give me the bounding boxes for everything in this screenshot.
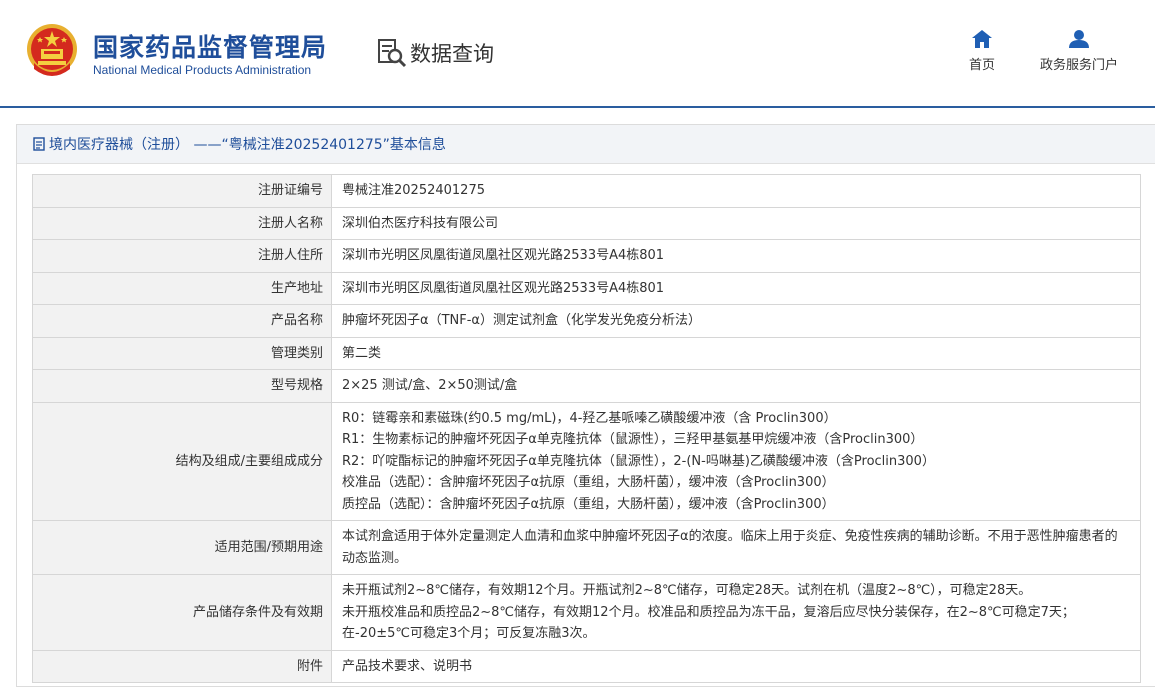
nav-home-label: 首页 <box>968 58 995 73</box>
site-header: 国家药品监督管理局 National Medical Products Admi… <box>0 0 1155 108</box>
field-value-line: R1：生物素标记的肿瘤坏死因子α单克隆抗体（鼠源性），三羟甲基氨基甲烷缓冲液（含… <box>342 432 924 447</box>
table-row: 注册人住所 深圳市光明区凤凰街道凤凰社区观光路2533号A4栋801 <box>32 239 1141 273</box>
field-value: 本试剂盒适用于体外定量测定人血清和血浆中肿瘤坏死因子α的浓度。临床上用于炎症、免… <box>331 520 1141 575</box>
field-value: 产品技术要求、说明书 <box>331 649 1141 683</box>
table-row: 产品名称 肿瘤坏死因子α（TNF-α）测定试剂盒（化学发光免疫分析法） <box>32 304 1141 338</box>
field-value: 2×25 测试/盒、2×50测试/盒 <box>331 369 1141 403</box>
field-value: 第二类 <box>331 336 1141 370</box>
field-value-line: 未开瓶校准品和质控品2~8℃储存，有效期12个月。校准品和质控品为冻干品，复溶后… <box>342 604 1075 642</box>
field-value-line: R2：吖啶酯标记的肿瘤坏死因子α单克隆抗体（鼠源性），2-(N-吗啉基)乙磺酸缓… <box>342 453 935 469</box>
national-emblem-icon <box>27 24 77 76</box>
nav-service-portal[interactable]: 政务服务门户 <box>1032 30 1126 73</box>
field-label: 产品名称 <box>32 304 332 338</box>
table-row: 附件 产品技术要求、说明书 <box>32 649 1141 683</box>
field-label: 生产地址 <box>32 271 332 305</box>
field-label: 适用范围/预期用途 <box>32 520 332 575</box>
home-icon <box>972 30 992 48</box>
section-label: 数据查询 <box>410 42 494 66</box>
field-value-line: 2×25 测试/盒、2×50测试/盒 <box>342 378 518 393</box>
nav-portal-label: 政务服务门户 <box>1039 58 1118 73</box>
field-value-line: 粤械注准20252401275 <box>342 183 485 198</box>
table-row: 结构及组成/主要组成成分 R0：链霉亲和素磁珠(约0.5 mg/mL)，4-羟乙基… <box>32 401 1141 521</box>
field-value: 深圳伯杰医疗科技有限公司 <box>331 206 1141 240</box>
field-value: 深圳市光明区凤凰街道凤凰社区观光路2533号A4栋801 <box>331 239 1141 273</box>
field-value: 未开瓶试剂2~8℃储存，有效期12个月。开瓶试剂2~8℃储存，可稳定28天。试剂… <box>331 574 1141 651</box>
data-query-section[interactable]: 数据查询 <box>376 37 494 69</box>
field-value-line: 肿瘤坏死因子α（TNF-α）测定试剂盒（化学发光免疫分析法） <box>342 313 701 328</box>
org-name-en: National Medical Products Administration <box>93 63 312 77</box>
nav-home[interactable]: 首页 <box>958 30 1006 73</box>
field-value: 深圳市光明区凤凰街道凤凰社区观光路2533号A4栋801 <box>331 271 1141 305</box>
field-label: 注册证编号 <box>32 174 332 208</box>
table-row: 管理类别 第二类 <box>32 336 1141 370</box>
field-value-line: 未开瓶试剂2~8℃储存，有效期12个月。开瓶试剂2~8℃储存，可稳定28天。试剂… <box>342 583 1032 598</box>
field-value-line: 深圳市光明区凤凰街道凤凰社区观光路2533号A4栋801 <box>342 280 665 296</box>
field-label: 结构及组成/主要组成成分 <box>32 401 332 521</box>
table-row: 注册证编号 粤械注准20252401275 <box>32 174 1141 208</box>
field-label: 型号规格 <box>32 369 332 403</box>
table-row: 适用范围/预期用途 本试剂盒适用于体外定量测定人血清和血浆中肿瘤坏死因子α的浓度。… <box>32 520 1141 575</box>
field-value: R0：链霉亲和素磁珠(约0.5 mg/mL)，4-羟乙基哌嗪乙磺酸缓冲液（含 P… <box>331 401 1141 521</box>
field-value-line: R0：链霉亲和素磁珠(约0.5 mg/mL)，4-羟乙基哌嗪乙磺酸缓冲液（含 P… <box>342 410 837 426</box>
field-value-line: 第二类 <box>342 345 382 361</box>
detail-panel: 境内医疗器械（注册） ——“粤械注准20252401275”基本信息 注册证编号… <box>16 124 1155 687</box>
document-icon <box>33 137 45 151</box>
field-label: 注册人住所 <box>32 239 332 273</box>
field-value-line: 校准品（选配）：含肿瘤坏死因子α抗原（重组，大肠杆菌），缓冲液（含Proclin… <box>342 475 835 490</box>
field-value: 粤械注准20252401275 <box>331 174 1141 208</box>
field-value: 肿瘤坏死因子α（TNF-α）测定试剂盒（化学发光免疫分析法） <box>331 304 1141 338</box>
field-value-line: 产品技术要求、说明书 <box>342 658 473 674</box>
field-label: 管理类别 <box>32 336 332 370</box>
panel-title-text: 境内医疗器械（注册） ——“粤械注准20252401275”基本信息 <box>49 137 446 153</box>
panel-title: 境内医疗器械（注册） ——“粤械注准20252401275”基本信息 <box>17 125 1155 164</box>
field-value-line: 质控品（选配）：含肿瘤坏死因子α抗原（重组，大肠杆菌），缓冲液（含Proclin… <box>342 496 835 512</box>
field-value-line: 本试剂盒适用于体外定量测定人血清和血浆中肿瘤坏死因子α的浓度。临床上用于炎症、免… <box>342 529 1118 566</box>
field-value-line: 深圳市光明区凤凰街道凤凰社区观光路2533号A4栋801 <box>342 248 665 263</box>
org-name-cn: 国家药品监督管理局 <box>93 33 328 62</box>
table-row: 注册人名称 深圳伯杰医疗科技有限公司 <box>32 206 1141 240</box>
field-label: 注册人名称 <box>32 206 332 240</box>
field-value-line: 深圳伯杰医疗科技有限公司 <box>342 215 499 231</box>
field-label: 附件 <box>32 649 332 683</box>
info-table: 注册证编号 粤械注准20252401275 注册人名称 深圳伯杰医疗科技有限公司 注册人… <box>32 174 1141 683</box>
table-row: 产品储存条件及有效期 未开瓶试剂2~8℃储存，有效期12个月。开瓶试剂2~8℃储存… <box>32 574 1141 651</box>
field-label: 产品储存条件及有效期 <box>32 574 332 651</box>
user-icon <box>1069 30 1089 48</box>
table-row: 型号规格 2×25 测试/盒、2×50测试/盒 <box>32 369 1141 403</box>
table-row: 生产地址 深圳市光明区凤凰街道凤凰社区观光路2533号A4栋801 <box>32 271 1141 305</box>
document-search-icon <box>378 39 407 68</box>
